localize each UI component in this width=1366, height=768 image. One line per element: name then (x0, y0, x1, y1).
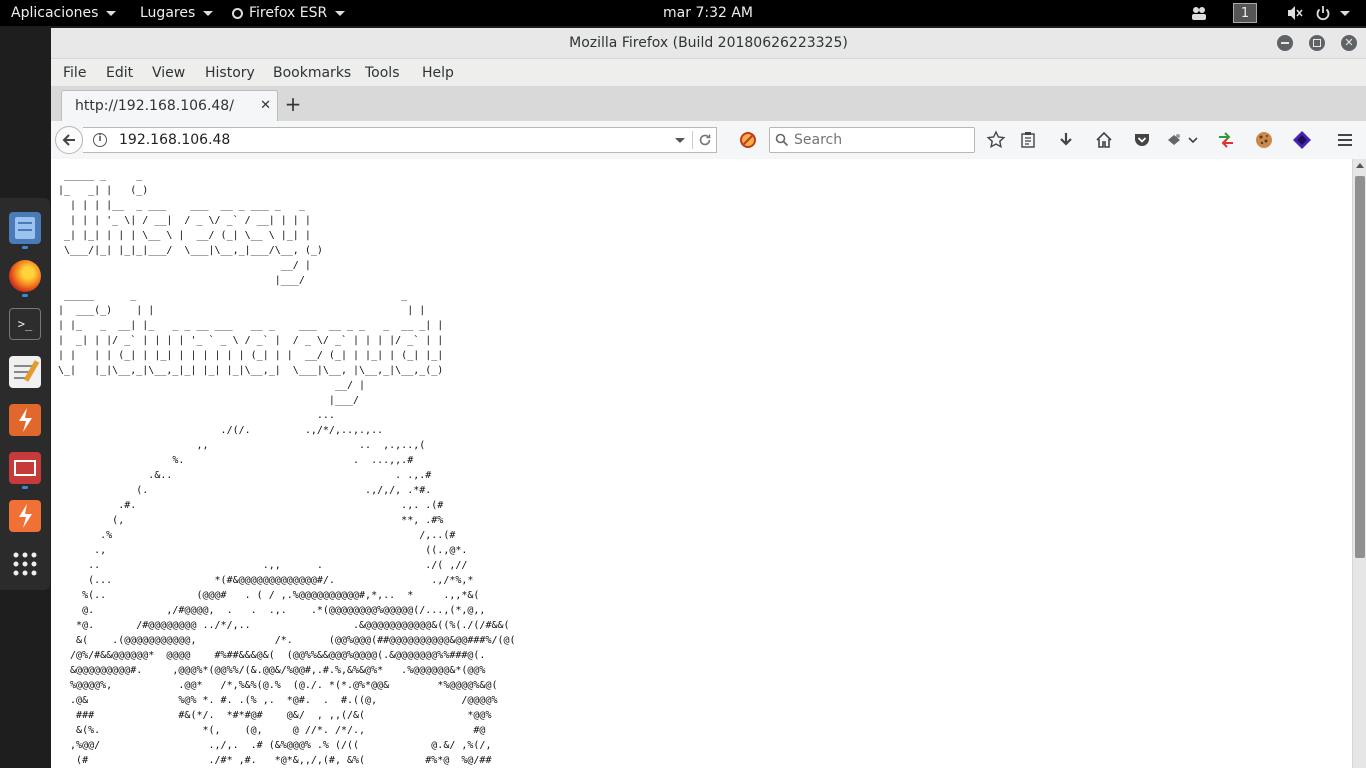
running-indicator (22, 486, 28, 489)
window-title: Mozilla Firefox (Build 20180626223325) (569, 35, 848, 51)
reading-list-icon[interactable] (1018, 130, 1038, 150)
user-agent-switcher-icon[interactable] (1216, 130, 1236, 150)
site-info-icon[interactable]: i (93, 133, 107, 147)
clock[interactable]: mar 7:32 AM (0, 0, 1366, 26)
chevron-down-icon[interactable] (1340, 11, 1350, 16)
search-bar[interactable] (769, 127, 978, 153)
back-arrow-icon (62, 134, 75, 146)
new-tab-button[interactable]: + (283, 90, 303, 118)
title-bar[interactable]: Mozilla Firefox (Build 20180626223325) ✕ (51, 28, 1366, 59)
close-button[interactable]: ✕ (1341, 35, 1357, 51)
menu-file[interactable]: File (63, 59, 86, 87)
terminal-icon[interactable]: >_ (9, 308, 41, 340)
hamburger-menu-icon[interactable] (1335, 130, 1355, 150)
page-content: _____ _ _ |_ _| | (_) | | | |__ _ ___ __… (51, 159, 1352, 768)
minimize-icon (1281, 42, 1289, 44)
vertical-scrollbar[interactable] (1352, 159, 1366, 768)
minimize-button[interactable] (1277, 35, 1293, 51)
maximize-icon (1313, 39, 1321, 47)
noscript-icon[interactable] (738, 130, 758, 150)
running-indicator (22, 294, 28, 297)
firefox-window: Mozilla Firefox (Build 20180626223325) ✕… (51, 28, 1366, 768)
bookmark-star-icon[interactable] (986, 130, 1006, 150)
menu-view[interactable]: View (152, 59, 185, 87)
tab-label: http://192.168.106.48/ (75, 98, 234, 114)
text-editor-icon[interactable] (9, 356, 41, 388)
screenshot-tool-icon[interactable] (9, 452, 41, 484)
files-icon[interactable] (9, 212, 41, 244)
tab-bar: http://192.168.106.48/ ✕ + (51, 86, 1366, 122)
firefox-icon[interactable] (9, 260, 41, 292)
ascii-art-banner: _____ _ _ |_ _| | (_) | | | |__ _ ___ __… (58, 170, 516, 766)
show-applications-icon[interactable] (9, 548, 41, 580)
url-bar[interactable]: i 192.168.106.48 (83, 127, 717, 153)
tab-active[interactable]: http://192.168.106.48/ ✕ (61, 90, 278, 121)
url-text: 192.168.106.48 (119, 132, 231, 148)
power-icon[interactable] (1315, 0, 1331, 26)
reload-icon[interactable] (697, 132, 713, 148)
dock: >_ (0, 198, 50, 590)
navigation-toolbar: i 192.168.106.48 (51, 121, 1366, 160)
search-input[interactable] (790, 128, 978, 152)
menu-history[interactable]: History (205, 59, 255, 87)
pocket-icon[interactable] (1132, 130, 1152, 150)
menu-help[interactable]: Help (422, 59, 454, 87)
tab-close-icon[interactable]: ✕ (260, 91, 271, 121)
maximize-button[interactable] (1309, 35, 1325, 51)
scroll-thumb[interactable] (1355, 176, 1365, 558)
menu-bookmarks[interactable]: Bookmarks (273, 59, 351, 87)
url-dropdown-icon[interactable] (675, 138, 685, 143)
proxy-switcher-icon[interactable] (1166, 130, 1200, 150)
wappalyzer-icon[interactable] (1292, 130, 1312, 150)
menu-bar: File Edit View History Bookmarks Tools H… (51, 59, 1366, 86)
close-icon: ✕ (1344, 36, 1354, 49)
burp-suite-active-icon[interactable] (9, 500, 41, 532)
workspace-indicator[interactable]: 1 (1233, 3, 1257, 23)
gnome-top-bar: Aplicaciones Lugares Firefox ESR mar 7:3… (0, 0, 1366, 26)
cookie-editor-icon[interactable] (1254, 130, 1274, 150)
plus-icon: + (284, 92, 302, 116)
back-button[interactable] (55, 126, 83, 154)
menu-edit[interactable]: Edit (106, 59, 133, 87)
people-icon[interactable] (1190, 0, 1208, 26)
burp-suite-icon[interactable] (9, 404, 41, 436)
search-icon (775, 133, 789, 147)
volume-muted-icon[interactable] (1286, 0, 1304, 26)
downloads-icon[interactable] (1056, 130, 1076, 150)
running-indicator (22, 246, 28, 249)
home-icon[interactable] (1094, 130, 1114, 150)
menu-tools[interactable]: Tools (365, 59, 400, 87)
scroll-up-icon[interactable] (1356, 163, 1364, 168)
